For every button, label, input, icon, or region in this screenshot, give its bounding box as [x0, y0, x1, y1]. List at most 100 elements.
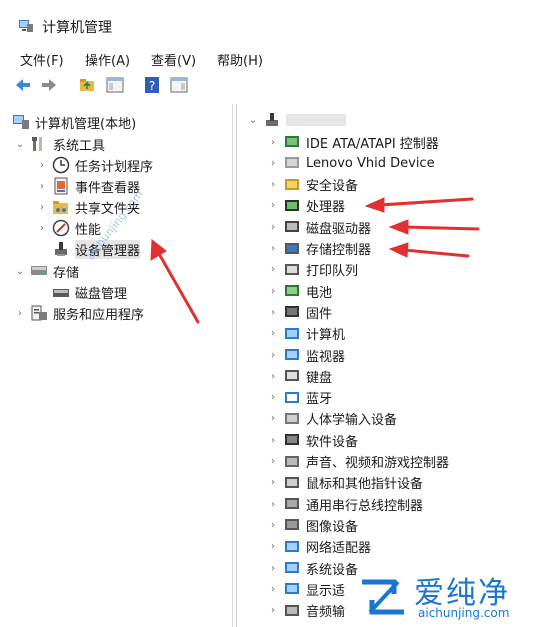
bluetooth-icon	[283, 389, 301, 407]
chevron-right-icon[interactable]: ›	[267, 605, 279, 616]
menu-file[interactable]: 文件(F)	[20, 50, 64, 69]
device-category-item[interactable]: › 打印队列	[267, 260, 358, 280]
device-category-label: 鼠标和其他指针设备	[306, 477, 424, 493]
title-bar: 计算机管理	[0, 0, 550, 42]
chevron-right-icon[interactable]: ›	[267, 563, 279, 574]
chevron-right-icon[interactable]: ›	[267, 477, 279, 488]
device-category-item[interactable]: › 处理器	[267, 196, 345, 216]
speaker-icon	[283, 453, 301, 471]
device-category-item[interactable]: › IDE ATA/ATAPI 控制器	[267, 132, 439, 152]
device-category-item[interactable]: › 声音、视频和游戏控制器	[267, 452, 449, 472]
chevron-right-icon[interactable]: ›	[267, 222, 279, 233]
device-category-item[interactable]: › 通用串行总线控制器	[267, 494, 423, 514]
tree-item-event-viewer[interactable]: › 事件查看器	[36, 176, 140, 196]
device-category-item[interactable]: › 电池	[267, 281, 332, 301]
device-category-item[interactable]: › 安全设备	[267, 175, 358, 195]
computer-management-icon	[12, 113, 30, 131]
device-category-label: 计算机	[306, 328, 346, 344]
chevron-right-icon[interactable]: ›	[267, 158, 279, 169]
device-category-item[interactable]: › 存储控制器	[267, 239, 371, 259]
audio-input-icon	[283, 602, 301, 620]
device-category-item[interactable]: › 图像设备	[267, 515, 358, 535]
chevron-right-icon[interactable]: ›	[267, 264, 279, 275]
disk-icon	[52, 283, 70, 301]
menu-action[interactable]: 操作(A)	[85, 50, 130, 69]
device-category-item[interactable]: › 键盘	[267, 366, 332, 386]
tree-label-task-scheduler: 任务计划程序	[75, 159, 154, 175]
firmware-icon	[283, 303, 301, 321]
device-category-item[interactable]: › 显示适	[267, 579, 345, 599]
services-icon	[30, 304, 48, 322]
tree-item-performance[interactable]: › 性能	[36, 218, 101, 238]
chevron-right-icon[interactable]: ›	[36, 181, 48, 192]
chevron-right-icon[interactable]: ›	[267, 392, 279, 403]
chevron-right-icon[interactable]: ›	[267, 286, 279, 297]
chevron-right-icon[interactable]: ›	[267, 371, 279, 382]
tree-item-storage[interactable]: ⌄ 存储	[14, 261, 79, 281]
device-category-item[interactable]: › 鼠标和其他指针设备	[267, 473, 423, 493]
device-category-label: 存储控制器	[306, 243, 372, 258]
chevron-right-icon[interactable]: ›	[36, 223, 48, 234]
tree-label-disk-management: 磁盘管理	[75, 286, 128, 302]
tree-item-system-tools[interactable]: ⌄ 系统工具	[14, 134, 105, 154]
device-category-item[interactable]: › 固件	[267, 302, 332, 322]
chevron-right-icon[interactable]: ›	[267, 243, 279, 254]
performance-icon	[52, 219, 70, 237]
device-category-item[interactable]: › 音频输	[267, 601, 345, 621]
chevron-right-icon[interactable]: ›	[267, 179, 279, 190]
action-pane-icon[interactable]	[170, 76, 188, 94]
device-category-label: 音频输	[306, 605, 346, 621]
tree-item-disk-management[interactable]: 磁盘管理	[48, 282, 127, 302]
chevron-right-icon[interactable]: ›	[267, 137, 279, 148]
device-category-label: IDE ATA/ATAPI 控制器	[306, 136, 439, 152]
tree-label-storage: 存储	[53, 265, 80, 281]
chevron-down-icon[interactable]: ⌄	[14, 266, 26, 277]
device-category-item[interactable]: › 软件设备	[267, 430, 358, 450]
back-arrow-icon[interactable]	[14, 76, 32, 94]
mouse-icon	[283, 474, 301, 492]
chevron-down-icon[interactable]: ⌄	[14, 139, 26, 150]
chevron-right-icon[interactable]: ›	[267, 499, 279, 510]
chevron-right-icon[interactable]: ›	[267, 413, 279, 424]
menu-help[interactable]: 帮助(H)	[217, 50, 263, 69]
tree-item-services-apps[interactable]: › 服务和应用程序	[14, 303, 144, 323]
folder-up-icon[interactable]	[79, 76, 97, 94]
chevron-right-icon[interactable]: ›	[36, 202, 48, 213]
chevron-right-icon[interactable]: ›	[267, 520, 279, 531]
forward-arrow-icon[interactable]	[40, 76, 58, 94]
device-category-item[interactable]: › Lenovo Vhid Device	[267, 153, 435, 173]
computer-icon	[283, 325, 301, 343]
chevron-right-icon[interactable]: ›	[267, 541, 279, 552]
chevron-right-icon[interactable]: ›	[267, 435, 279, 446]
menu-view[interactable]: 查看(V)	[151, 50, 196, 69]
chevron-right-icon[interactable]: ›	[267, 456, 279, 467]
console-tree: 计算机管理(本地) ⌄ 系统工具 › 任务计划程序 › 事件查看器 › 共享文件…	[0, 104, 233, 627]
device-category-item[interactable]: › 人体学输入设备	[267, 409, 397, 429]
chevron-right-icon[interactable]: ›	[267, 328, 279, 339]
tree-item-task-scheduler[interactable]: › 任务计划程序	[36, 155, 153, 175]
device-category-item[interactable]: › 监视器	[267, 345, 345, 365]
chevron-right-icon[interactable]: ›	[36, 160, 48, 171]
chevron-right-icon[interactable]: ›	[14, 308, 26, 319]
device-category-item[interactable]: › 磁盘驱动器	[267, 217, 371, 237]
device-category-label: 显示适	[306, 583, 346, 599]
device-category-item[interactable]: › 蓝牙	[267, 388, 332, 408]
tree-label-performance: 性能	[75, 222, 102, 238]
chevron-right-icon[interactable]: ›	[267, 200, 279, 211]
device-tree-root[interactable]: ⌄	[247, 110, 346, 130]
chevron-right-icon[interactable]: ›	[267, 584, 279, 595]
help-icon[interactable]: ?	[143, 76, 161, 94]
device-category-item[interactable]: › 系统设备	[267, 558, 358, 578]
security-device-icon	[283, 176, 301, 194]
ide-controller-icon	[283, 133, 301, 151]
tree-item-root[interactable]: 计算机管理(本地)	[12, 112, 136, 132]
device-category-item[interactable]: › 计算机	[267, 324, 345, 344]
device-category-item[interactable]: › 网络适配器	[267, 537, 371, 557]
chevron-down-icon[interactable]: ⌄	[247, 115, 259, 126]
show-hide-tree-icon[interactable]	[106, 76, 124, 94]
computer-management-icon	[18, 18, 34, 34]
chevron-right-icon[interactable]: ›	[267, 350, 279, 361]
tree-label-services-apps: 服务和应用程序	[53, 307, 145, 323]
printer-icon	[283, 261, 301, 279]
chevron-right-icon[interactable]: ›	[267, 307, 279, 318]
